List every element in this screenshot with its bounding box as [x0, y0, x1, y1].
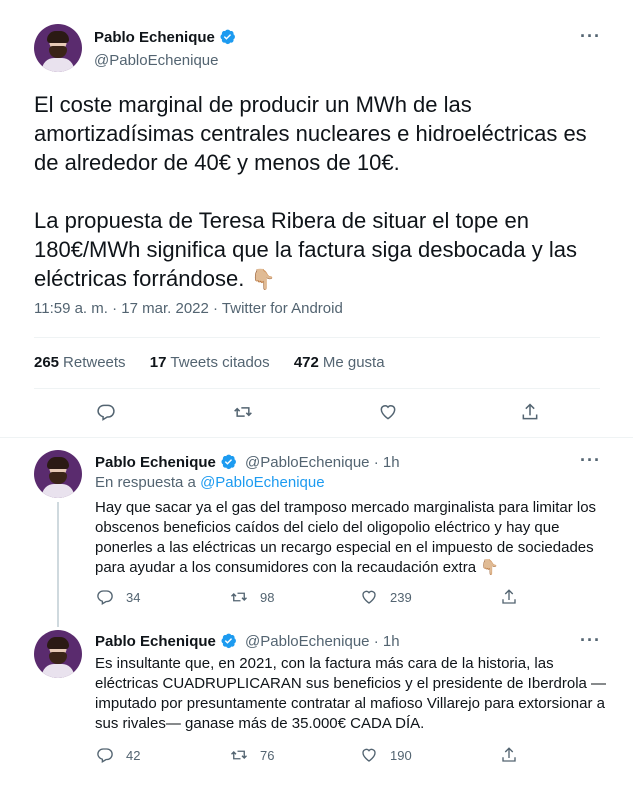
more-icon[interactable]: ···: [580, 26, 601, 47]
like-count: 190: [390, 747, 412, 763]
tweet-text: El coste marginal de producir un MWh de …: [34, 90, 604, 295]
author-handle[interactable]: @PabloEchenique: [245, 454, 369, 471]
more-icon[interactable]: ···: [580, 450, 601, 471]
tweet-source[interactable]: Twitter for Android: [222, 300, 343, 317]
quotes-count: 17: [149, 354, 167, 371]
share-icon[interactable]: [500, 746, 518, 764]
likes-stat[interactable]: 472 Me gusta: [294, 354, 385, 371]
author-name[interactable]: Pablo Echenique: [94, 29, 215, 46]
verified-badge-icon: [220, 453, 237, 474]
verified-badge-icon: [219, 28, 236, 50]
like-icon[interactable]: 190: [360, 746, 412, 764]
retweets-count: 265: [34, 354, 60, 371]
retweet-count: 76: [260, 747, 275, 763]
tweet-paragraph-2-text: La propuesta de Teresa Ribera de situar …: [34, 208, 577, 291]
retweet-icon[interactable]: 98: [230, 588, 274, 606]
thread-line: [57, 502, 59, 627]
reply-to-line: En respuesta a @PabloEchenique: [95, 474, 325, 491]
avatar[interactable]: [34, 630, 82, 678]
reply-count: 42: [126, 747, 141, 763]
tweet-time[interactable]: 11:59 a. m.: [34, 300, 108, 317]
reply-author-line: Pablo Echenique @PabloEchenique · 1h: [95, 453, 400, 474]
tweet-age[interactable]: · 1h: [374, 633, 400, 650]
reply-prefix: En respuesta a: [95, 474, 196, 491]
reply-icon[interactable]: [96, 402, 116, 422]
like-count: 239: [390, 589, 412, 605]
divider: [0, 437, 633, 438]
share-icon[interactable]: [500, 588, 518, 606]
retweet-count: 98: [260, 589, 275, 605]
reply-icon[interactable]: 42: [96, 746, 140, 764]
reply-text: Hay que sacar ya el gas del tramposo mer…: [95, 498, 615, 578]
likes-label: Me gusta: [322, 354, 385, 371]
like-icon[interactable]: 239: [360, 588, 412, 606]
tweet-paragraph-1: El coste marginal de producir un MWh de …: [34, 92, 587, 175]
retweets-stat[interactable]: 265 Retweets: [34, 354, 126, 371]
pointing-down-emoji: 👇🏼: [250, 269, 276, 291]
author-handle[interactable]: @PabloEchenique: [245, 633, 369, 650]
reply-author-line: Pablo Echenique @PabloEchenique · 1h: [95, 632, 400, 653]
tweet-stats: 265 Retweets 17 Tweets citados 472 Me gusta: [34, 354, 405, 371]
author-name[interactable]: Pablo Echenique: [95, 633, 216, 650]
avatar[interactable]: [34, 24, 82, 72]
quotes-label: Tweets citados: [170, 354, 270, 371]
like-icon[interactable]: [378, 402, 398, 422]
pointing-down-emoji: 👇🏼: [480, 559, 499, 576]
reply-text-body: Hay que sacar ya el gas del tramposo mer…: [95, 499, 597, 576]
retweet-icon[interactable]: [233, 402, 253, 422]
author-handle[interactable]: @PabloEchenique: [94, 52, 236, 69]
share-icon[interactable]: [520, 402, 540, 422]
tweet-paragraph-2: La propuesta de Teresa Ribera de situar …: [34, 206, 604, 295]
reply-count: 34: [126, 589, 141, 605]
author-name[interactable]: Pablo Echenique: [95, 454, 216, 471]
retweets-label: Retweets: [63, 354, 126, 371]
divider: [34, 388, 600, 389]
tweet-meta: 11:59 a. m. · 17 mar. 2022 · Twitter for…: [34, 300, 343, 317]
avatar[interactable]: [34, 450, 82, 498]
divider: [34, 337, 600, 338]
author-block: Pablo Echenique @PabloEchenique: [94, 28, 236, 69]
verified-badge-icon: [220, 632, 237, 653]
more-icon[interactable]: ···: [580, 630, 601, 651]
tweet-date[interactable]: 17 mar. 2022: [121, 300, 209, 317]
likes-count: 472: [293, 354, 319, 371]
quotes-stat[interactable]: 17 Tweets citados: [150, 354, 270, 371]
reply-icon[interactable]: 34: [96, 588, 140, 606]
reply-text: Es insultante que, en 2021, con la factu…: [95, 655, 607, 732]
reply-to-link[interactable]: @PabloEchenique: [200, 474, 324, 491]
tweet-age[interactable]: · 1h: [374, 454, 400, 471]
retweet-icon[interactable]: 76: [230, 746, 274, 764]
